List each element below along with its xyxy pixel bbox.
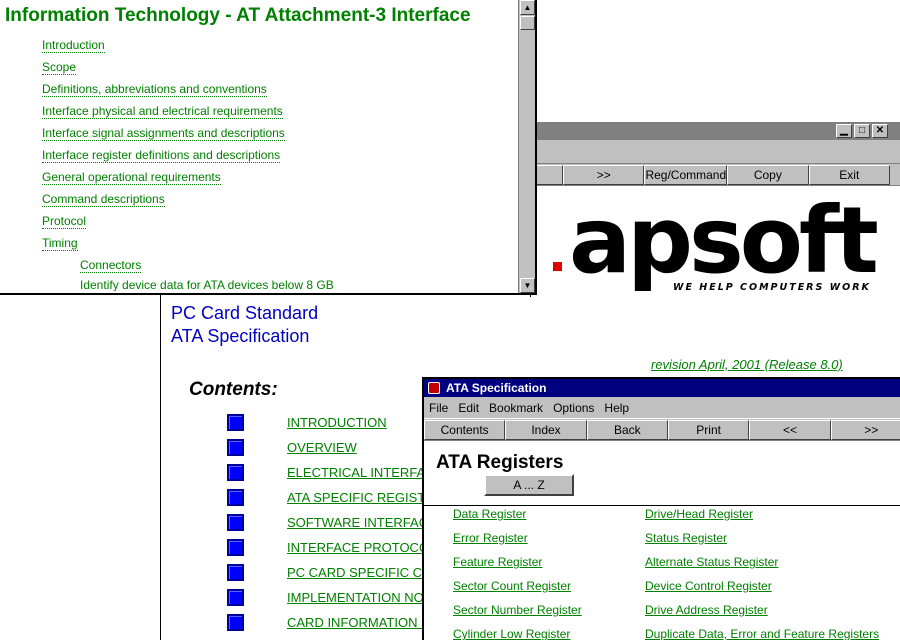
contents-link[interactable]: PC CARD SPECIFIC C [287, 565, 422, 580]
register-link[interactable]: Drive/Head Register [645, 507, 753, 521]
toc-sublink-clip: Identify device data for ATA devices bel… [80, 278, 480, 291]
contents-link[interactable]: CARD INFORMATION S [287, 615, 430, 630]
scroll-up-icon[interactable]: ▲ [520, 0, 535, 15]
contents-button[interactable]: Contents [424, 420, 506, 440]
contents-item[interactable]: PC CARD SPECIFIC C [227, 563, 422, 581]
register-link[interactable]: Alternate Status Register [645, 555, 778, 569]
pccard-subtitle: ATA Specification [171, 326, 310, 346]
bullet-icon [227, 513, 244, 531]
bullet-icon [227, 538, 244, 556]
apsoft-button-bar: >> Reg/Command Copy Exit [531, 164, 900, 186]
index-button[interactable]: Index [505, 420, 587, 440]
apsoft-logo-graphic: apsoft WE HELP COMPUTERS WORK [553, 187, 881, 294]
menu-edit[interactable]: Edit [458, 401, 479, 415]
bullet-icon [227, 613, 244, 631]
contents-link[interactable]: INTERFACE PROTOCO [287, 540, 429, 555]
contents-link[interactable]: OVERVIEW [287, 440, 357, 455]
register-link[interactable]: Sector Number Register [453, 603, 582, 617]
exit-button[interactable]: Exit [808, 165, 891, 185]
ata-titlebar[interactable]: ATA Specification [424, 379, 900, 397]
bullet-icon [227, 563, 244, 581]
menu-options[interactable]: Options [553, 401, 594, 415]
apsoft-logo: apsoft WE HELP COMPUTERS WORK [531, 184, 900, 296]
contents-item[interactable]: CARD INFORMATION S [227, 613, 430, 631]
toc-link[interactable]: Protocol [42, 214, 87, 229]
contents-link[interactable]: SOFTWARE INTERFAC [287, 515, 428, 530]
menu-file[interactable]: File [429, 401, 448, 415]
register-link[interactable]: Data Register [453, 507, 526, 521]
contents-item[interactable]: INTERFACE PROTOCO [227, 538, 429, 556]
back-button[interactable]: Back [586, 420, 668, 440]
contents-link[interactable]: ELECTRICAL INTERFA [287, 465, 425, 480]
register-link[interactable]: Device Control Register [645, 579, 772, 593]
bullet-icon [227, 588, 244, 606]
register-link[interactable]: Drive Address Register [645, 603, 768, 617]
apsoft-window: ▁ □ ✕ >> Reg/Command Copy Exit apsoft WE… [530, 122, 900, 297]
forward-button[interactable]: >> [563, 165, 645, 185]
ata-window: ATA Specification File Edit Bookmark Opt… [422, 377, 900, 640]
print-button[interactable]: Print [667, 420, 750, 440]
logo-red-dot [553, 262, 562, 271]
toc-sublink[interactable]: Identify device data for ATA devices bel… [80, 278, 334, 291]
contents-heading: Contents: [189, 379, 278, 400]
infotech-title: Information Technology - AT Attachment-3… [5, 5, 471, 26]
a-z-button[interactable]: A ... Z [484, 474, 574, 496]
infotech-window: Information Technology - AT Attachment-3… [0, 0, 537, 295]
ata-window-title: ATA Specification [446, 381, 547, 395]
bullet-icon [227, 413, 244, 431]
contents-item[interactable]: ATA SPECIFIC REGIST [227, 488, 425, 506]
contents-item[interactable]: INTRODUCTION [227, 413, 387, 431]
revision-link[interactable]: revision April, 2001 (Release 8.0) [651, 357, 843, 372]
contents-link[interactable]: INTRODUCTION [287, 415, 387, 430]
ata-button-bar: Contents Index Back Print << >> [424, 419, 900, 441]
logo-wordmark: apsoft [569, 187, 877, 294]
logo-tagline: WE HELP COMPUTERS WORK [673, 282, 871, 293]
register-link[interactable]: Status Register [645, 531, 727, 545]
toc-link[interactable]: Introduction [42, 38, 105, 53]
next-topic-button[interactable]: >> [830, 420, 900, 440]
toc-link[interactable]: Interface physical and electrical requir… [42, 104, 283, 119]
close-icon[interactable]: ✕ [872, 124, 888, 138]
toc-link[interactable]: Interface register definitions and descr… [42, 148, 281, 163]
apsoft-titlebar[interactable]: ▁ □ ✕ [531, 122, 900, 140]
ata-menubar: File Edit Bookmark Options Help [424, 397, 900, 418]
reg-command-button[interactable]: Reg/Command [644, 165, 728, 185]
copy-button[interactable]: Copy [727, 165, 809, 185]
menu-help[interactable]: Help [604, 401, 629, 415]
book-icon [428, 382, 440, 394]
register-link[interactable]: Error Register [453, 531, 528, 545]
divider [424, 505, 900, 506]
bullet-icon [227, 463, 244, 481]
contents-link[interactable]: ATA SPECIFIC REGIST [287, 490, 425, 505]
ata-heading: ATA Registers [436, 452, 564, 473]
contents-item[interactable]: OVERVIEW [227, 438, 357, 456]
contents-item[interactable]: ELECTRICAL INTERFA [227, 463, 425, 481]
scroll-thumb[interactable] [520, 16, 535, 30]
register-link[interactable]: Cylinder Low Register [453, 627, 570, 640]
prev-topic-button[interactable]: << [749, 420, 831, 440]
bullet-icon [227, 488, 244, 506]
menu-bookmark[interactable]: Bookmark [489, 401, 543, 415]
toc-sublink[interactable]: Connectors [80, 258, 142, 273]
contents-item[interactable]: SOFTWARE INTERFAC [227, 513, 428, 531]
register-link[interactable]: Feature Register [453, 555, 542, 569]
infotech-scrollbar[interactable]: ▲ ▼ [518, 0, 535, 293]
toc-link[interactable]: General operational requirements [42, 170, 221, 185]
apsoft-menubar [531, 140, 900, 164]
toc-link[interactable]: Definitions, abbreviations and conventio… [42, 82, 267, 97]
register-link[interactable]: Sector Count Register [453, 579, 571, 593]
scroll-down-icon[interactable]: ▼ [520, 278, 535, 293]
minimize-icon[interactable]: ▁ [836, 124, 852, 138]
toc-link[interactable]: Scope [42, 60, 77, 75]
toc-link[interactable]: Interface signal assignments and descrip… [42, 126, 285, 141]
bullet-icon [227, 438, 244, 456]
register-link[interactable]: Duplicate Data, Error and Feature Regist… [645, 627, 879, 640]
toc-link[interactable]: Command descriptions [42, 192, 165, 207]
contents-item[interactable]: IMPLEMENTATION NO [227, 588, 424, 606]
contents-link[interactable]: IMPLEMENTATION NO [287, 590, 424, 605]
toc-link[interactable]: Timing [42, 236, 78, 251]
maximize-icon[interactable]: □ [854, 124, 870, 138]
pccard-title: PC Card Standard [171, 303, 319, 323]
